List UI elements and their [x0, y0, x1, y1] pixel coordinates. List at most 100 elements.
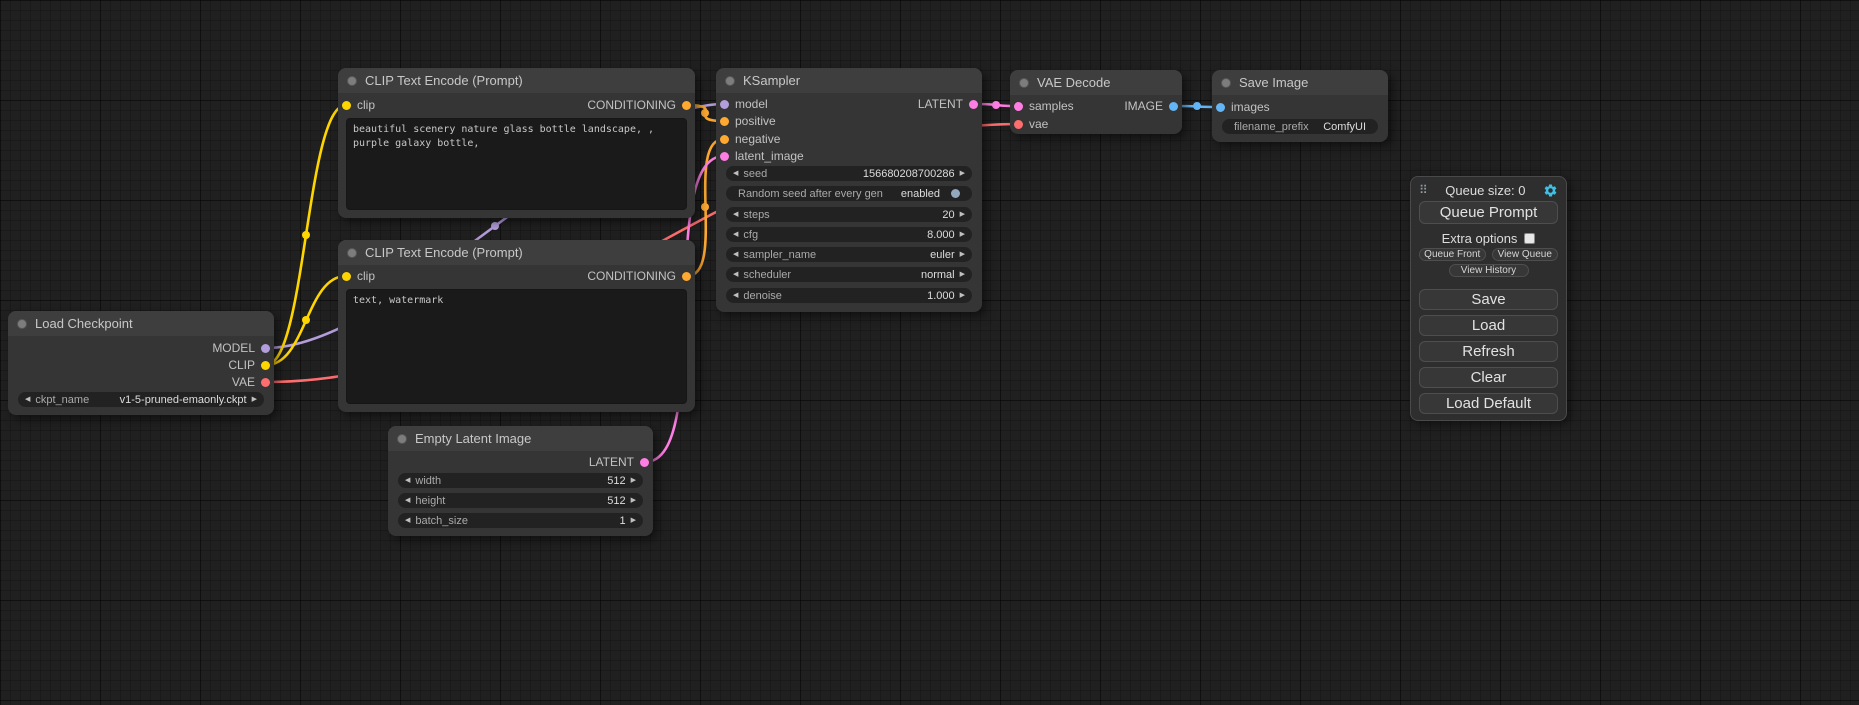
decrement-arrow-icon[interactable]: ◀ [25, 396, 30, 403]
collapse-dot-icon[interactable] [17, 319, 27, 329]
decrement-arrow-icon[interactable]: ◀ [733, 251, 738, 258]
settings-gear-icon[interactable] [1543, 183, 1558, 198]
node-titlebar[interactable]: Load Checkpoint [8, 311, 274, 336]
port-output-conditioning: CONDITIONING [587, 98, 691, 112]
vae-port-icon[interactable] [1014, 120, 1023, 129]
link-midpoint-dot [701, 109, 709, 117]
decrement-arrow-icon[interactable]: ◀ [733, 292, 738, 299]
vae-port-icon[interactable] [261, 378, 270, 387]
decrement-arrow-icon[interactable]: ◀ [733, 170, 738, 177]
widget-label: scheduler [743, 269, 791, 281]
conditioning-port-icon[interactable] [682, 101, 691, 110]
widget-height[interactable]: ◀ height 512 ▶ [398, 493, 643, 508]
node-vae-decode[interactable]: VAE Decode samples vae IMAGE [1010, 70, 1182, 134]
decrement-arrow-icon[interactable]: ◀ [733, 271, 738, 278]
drag-handle-icon[interactable]: ⠿ [1419, 184, 1428, 196]
prompt-textarea[interactable]: text, watermark [346, 289, 687, 404]
widget-value: 1 [619, 515, 625, 527]
node-load-checkpoint[interactable]: Load Checkpoint MODEL CLIP VAE ◀ ckpt_na… [8, 311, 274, 415]
decrement-arrow-icon[interactable]: ◀ [405, 517, 410, 524]
widget-label: batch_size [415, 515, 468, 527]
clear-button[interactable]: Clear [1419, 367, 1558, 388]
view-queue-button[interactable]: View Queue [1492, 248, 1559, 261]
conditioning-port-icon[interactable] [682, 272, 691, 281]
node-titlebar[interactable]: VAE Decode [1010, 70, 1182, 95]
graph-canvas[interactable]: { "colors": { "model": "#b39ddb", "clip"… [0, 0, 1859, 705]
widget-sampler-name[interactable]: ◀ sampler_name euler ▶ [726, 247, 972, 262]
collapse-dot-icon[interactable] [1221, 78, 1231, 88]
collapse-dot-icon[interactable] [347, 248, 357, 258]
latent-port-icon[interactable] [1014, 102, 1023, 111]
decrement-arrow-icon[interactable]: ◀ [405, 497, 410, 504]
widget-label: height [415, 495, 445, 507]
increment-arrow-icon[interactable]: ▶ [960, 271, 965, 278]
decrement-arrow-icon[interactable]: ◀ [405, 477, 410, 484]
widget-filename-prefix[interactable]: filename_prefix ComfyUI [1222, 119, 1378, 134]
widget-seed[interactable]: ◀ seed 156680208700286 ▶ [726, 166, 972, 181]
conditioning-port-icon[interactable] [720, 135, 729, 144]
node-titlebar[interactable]: Save Image [1212, 70, 1388, 95]
node-titlebar[interactable]: CLIP Text Encode (Prompt) [338, 240, 695, 265]
collapse-dot-icon[interactable] [725, 76, 735, 86]
collapse-dot-icon[interactable] [397, 434, 407, 444]
prompt-textarea[interactable]: beautiful scenery nature glass bottle la… [346, 118, 687, 210]
node-titlebar[interactable]: KSampler [716, 68, 982, 93]
save-button[interactable]: Save [1419, 289, 1558, 310]
extra-options-checkbox[interactable] [1524, 233, 1535, 244]
widget-width[interactable]: ◀ width 512 ▶ [398, 473, 643, 488]
latent-port-icon[interactable] [720, 152, 729, 161]
load-button[interactable]: Load [1419, 315, 1558, 336]
increment-arrow-icon[interactable]: ▶ [252, 396, 257, 403]
port-label: positive [735, 114, 776, 128]
node-title: Load Checkpoint [35, 316, 133, 331]
refresh-button[interactable]: Refresh [1419, 341, 1558, 362]
link-midpoint-dot [992, 101, 1000, 109]
queue-prompt-button[interactable]: Queue Prompt [1419, 201, 1558, 224]
node-ksampler[interactable]: KSampler model positive negative latent_… [716, 68, 982, 312]
model-port-icon[interactable] [261, 344, 270, 353]
increment-arrow-icon[interactable]: ▶ [631, 517, 636, 524]
widget-value: euler [930, 249, 954, 261]
queue-front-button[interactable]: Queue Front [1419, 248, 1486, 261]
port-output-latent: LATENT [918, 97, 978, 111]
latent-port-icon[interactable] [969, 100, 978, 109]
latent-port-icon[interactable] [640, 458, 649, 467]
node-save-image[interactable]: Save Image images filename_prefix ComfyU… [1212, 70, 1388, 142]
increment-arrow-icon[interactable]: ▶ [960, 231, 965, 238]
decrement-arrow-icon[interactable]: ◀ [733, 211, 738, 218]
node-clip-text-encode-negative[interactable]: CLIP Text Encode (Prompt) clip CONDITION… [338, 240, 695, 412]
node-titlebar[interactable]: Empty Latent Image [388, 426, 653, 451]
image-port-icon[interactable] [1169, 102, 1178, 111]
node-clip-text-encode-positive[interactable]: CLIP Text Encode (Prompt) clip CONDITION… [338, 68, 695, 218]
widget-value: v1-5-pruned-emaonly.ckpt [120, 394, 247, 406]
collapse-dot-icon[interactable] [347, 76, 357, 86]
clip-port-icon[interactable] [261, 361, 270, 370]
model-port-icon[interactable] [720, 100, 729, 109]
port-output-image: IMAGE [1124, 99, 1178, 113]
clip-port-icon[interactable] [342, 272, 351, 281]
widget-steps[interactable]: ◀ steps 20 ▶ [726, 207, 972, 222]
increment-arrow-icon[interactable]: ▶ [631, 497, 636, 504]
load-default-button[interactable]: Load Default [1419, 393, 1558, 414]
increment-arrow-icon[interactable]: ▶ [960, 251, 965, 258]
image-port-icon[interactable] [1216, 103, 1225, 112]
decrement-arrow-icon[interactable]: ◀ [733, 231, 738, 238]
conditioning-port-icon[interactable] [720, 117, 729, 126]
increment-arrow-icon[interactable]: ▶ [631, 477, 636, 484]
collapse-dot-icon[interactable] [1019, 78, 1029, 88]
widget-cfg[interactable]: ◀ cfg 8.000 ▶ [726, 227, 972, 242]
widget-random-seed-toggle[interactable]: Random seed after every gen enabled [726, 186, 972, 201]
node-titlebar[interactable]: CLIP Text Encode (Prompt) [338, 68, 695, 93]
widget-label: Random seed after every gen [738, 188, 883, 200]
widget-batch-size[interactable]: ◀ batch_size 1 ▶ [398, 513, 643, 528]
increment-arrow-icon[interactable]: ▶ [960, 170, 965, 177]
increment-arrow-icon[interactable]: ▶ [960, 292, 965, 299]
widget-ckpt-name[interactable]: ◀ ckpt_name v1-5-pruned-emaonly.ckpt ▶ [18, 392, 264, 407]
view-history-button[interactable]: View History [1449, 264, 1529, 277]
widget-denoise[interactable]: ◀ denoise 1.000 ▶ [726, 288, 972, 303]
clip-port-icon[interactable] [342, 101, 351, 110]
node-empty-latent-image[interactable]: Empty Latent Image LATENT ◀ width 512 ▶ … [388, 426, 653, 536]
toggle-knob-icon[interactable] [951, 189, 960, 198]
increment-arrow-icon[interactable]: ▶ [960, 211, 965, 218]
widget-scheduler[interactable]: ◀ scheduler normal ▶ [726, 267, 972, 282]
